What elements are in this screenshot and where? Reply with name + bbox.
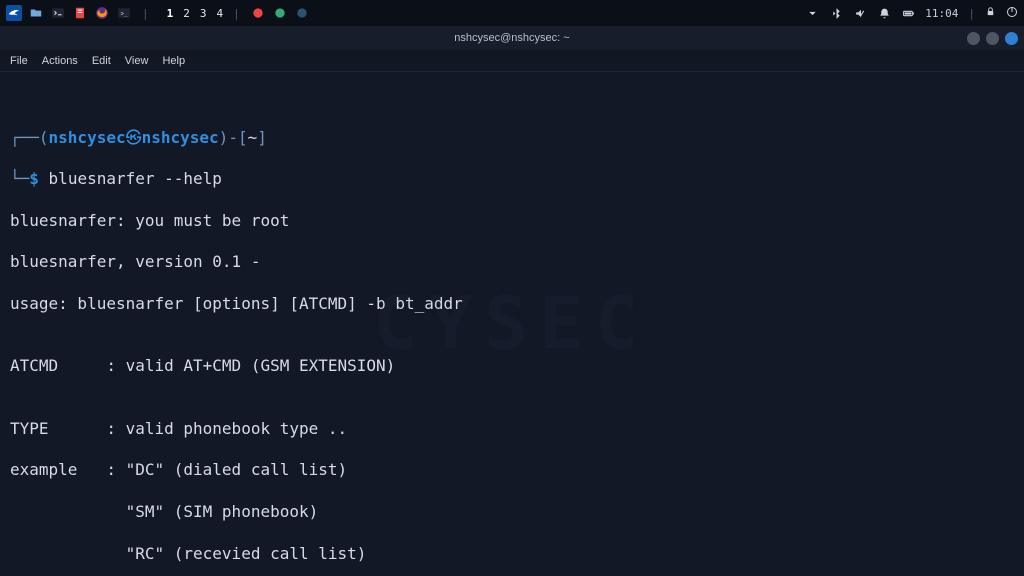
output-line: "RC" (recevied call list) [10,544,1014,565]
separator: | [142,7,149,20]
system-tray: 11:04 | [805,6,1018,21]
output-line: TYPE : valid phonebook type .. [10,419,1014,440]
menu-help[interactable]: Help [162,55,185,67]
output-line: example : "DC" (dialed call list) [10,460,1014,481]
window-titlebar[interactable]: nshcysec@nshcysec: ~ [0,26,1024,50]
prompt-line-1: ┌──(nshcysec㉿nshcysec)-[~] [10,128,1014,149]
window-controls [967,32,1018,45]
close-button[interactable] [1005,32,1018,45]
battery-icon[interactable] [901,6,915,20]
workspace-switcher[interactable]: 1 2 3 4 [167,7,224,20]
menu-edit[interactable]: Edit [92,55,111,67]
editor-icon[interactable] [72,5,88,21]
kali-dragon-icon[interactable] [6,5,22,21]
files-icon[interactable] [28,5,44,21]
firefox-icon[interactable] [94,5,110,21]
notifications-icon[interactable] [877,6,891,20]
workspace-3[interactable]: 3 [200,7,207,20]
maximize-button[interactable] [986,32,999,45]
menu-actions[interactable]: Actions [42,55,78,67]
output-line: bluesnarfer, version 0.1 - [10,252,1014,273]
power-icon[interactable] [1006,6,1018,21]
workspace-2[interactable]: 2 [183,7,190,20]
app-icon-2[interactable] [272,5,288,21]
output-line: bluesnarfer: you must be root [10,211,1014,232]
output-line: usage: bluesnarfer [options] [ATCMD] -b … [10,294,1014,315]
terminal-body[interactable]: CYSEC ┌──(nshcysec㉿nshcysec)-[~] └─$ blu… [0,72,1024,576]
svg-text:>_: >_ [120,11,128,17]
terminal-icon[interactable] [50,5,66,21]
menu-file[interactable]: File [10,55,28,67]
app-icon-3[interactable] [294,5,310,21]
window-title: nshcysec@nshcysec: ~ [454,32,569,44]
taskbar-left-icons: >_ | 1 2 3 4 | [6,5,310,21]
command-text: bluesnarfer --help [49,169,222,188]
bluetooth-icon[interactable] [829,6,843,20]
minimize-button[interactable] [967,32,980,45]
workspace-4[interactable]: 4 [217,7,224,20]
separator: | [968,7,975,20]
menu-view[interactable]: View [125,55,149,67]
lock-icon[interactable] [985,6,996,20]
output-line: "SM" (SIM phonebook) [10,502,1014,523]
terminal-menubar: File Actions Edit View Help [0,50,1024,72]
caret-down-icon[interactable] [805,6,819,20]
separator: | [233,7,240,20]
code-icon[interactable]: >_ [116,5,132,21]
output-line: ATCMD : valid AT+CMD (GSM EXTENSION) [10,356,1014,377]
clock[interactable]: 11:04 [925,7,958,20]
app-icon-1[interactable] [250,5,266,21]
prompt-line-2: └─$ bluesnarfer --help [10,169,1014,190]
top-taskbar: >_ | 1 2 3 4 | 11:04 | [0,0,1024,26]
workspace-1[interactable]: 1 [167,7,174,20]
volume-icon[interactable] [853,6,867,20]
